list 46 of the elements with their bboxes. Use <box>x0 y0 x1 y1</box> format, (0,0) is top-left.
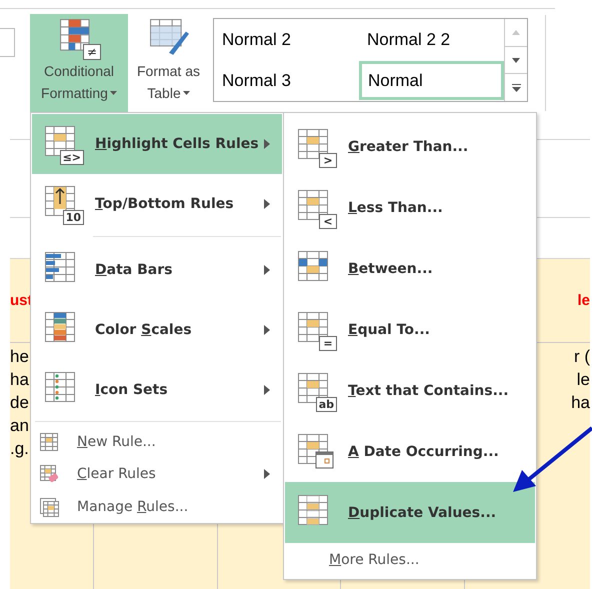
conditional-formatting-button[interactable]: ≠ Conditional Formatting <box>30 14 128 112</box>
menu-item[interactable]: < Less Than... <box>285 177 535 238</box>
cell-text: r ( <box>574 346 590 368</box>
menu-item[interactable]: ab Text that Contains... <box>285 360 535 421</box>
menu-item[interactable]: Manage Rules... <box>32 490 282 524</box>
manage-rules-icon <box>39 496 59 517</box>
cell-text: an <box>10 415 29 437</box>
menu-item[interactable]: ≤> Highlight Cells Rules <box>32 114 282 174</box>
calendar-icon <box>297 432 335 470</box>
menu-item[interactable]: Between... <box>285 238 535 299</box>
cell-text: he <box>10 346 29 368</box>
menu-item[interactable]: > Greater Than... <box>285 116 535 177</box>
menu-item[interactable]: A Date Occurring... <box>285 421 535 482</box>
format-as-table-button[interactable]: Format as Table <box>130 14 207 112</box>
cell-text: de <box>10 392 29 414</box>
symbol-label: 10 <box>62 210 84 226</box>
cell-text: ha <box>571 392 590 414</box>
cell-style-item[interactable]: Normal 2 2 <box>359 19 504 61</box>
cell-text: le <box>577 292 590 309</box>
menu-item[interactable]: 10 Top/Bottom Rules <box>32 174 282 234</box>
symbol-label: = <box>319 336 337 350</box>
menu-item[interactable]: Data Bars <box>32 240 282 300</box>
eraser-icon <box>39 464 59 484</box>
menu-item[interactable]: More Rules... <box>285 543 535 576</box>
expand-gallery-icon <box>512 84 520 92</box>
menu-item[interactable]: Clear Rules <box>32 458 282 490</box>
cell-style-item[interactable]: Normal 3 <box>214 61 359 101</box>
symbol-label: > <box>319 152 337 168</box>
scroll-up-icon <box>512 30 520 35</box>
symbol-label: ab <box>316 396 337 412</box>
menu-item[interactable]: Color Scales <box>32 300 282 360</box>
cell-style-item[interactable]: Normal 2 <box>214 19 359 61</box>
scroll-down-icon <box>512 58 520 62</box>
symbol-label: < <box>319 214 337 228</box>
menu-item[interactable]: = Equal To... <box>285 299 535 360</box>
cell-text: le <box>576 369 590 391</box>
table-brush-icon <box>148 18 188 58</box>
cell-text: ha <box>10 369 29 391</box>
cell-text: .g. <box>10 438 29 460</box>
menu-item[interactable]: Icon Sets <box>32 360 282 420</box>
menu-item[interactable]: Duplicate Values... <box>285 482 535 543</box>
symbol-label: ≤> <box>60 150 84 166</box>
menu-item[interactable]: New Rule... <box>32 425 282 458</box>
cell-style-item[interactable]: Normal <box>359 61 504 100</box>
name-box-field[interactable] <box>0 28 15 57</box>
symbol-label: ≠ <box>83 44 101 60</box>
